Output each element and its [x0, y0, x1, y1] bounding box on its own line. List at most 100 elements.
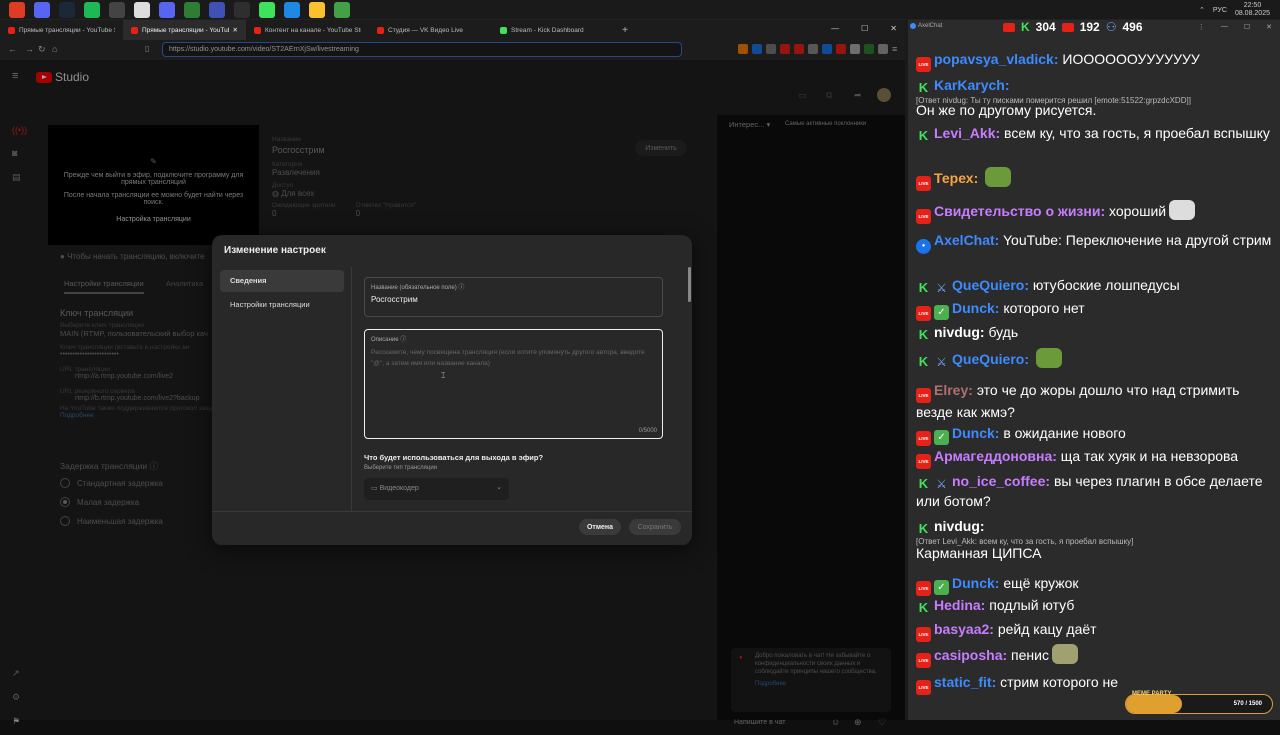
kick-badge-icon: K	[918, 80, 929, 95]
system-tray: ⌃ РУС 22:50 08.08.2025	[1199, 2, 1270, 18]
meme-party-bar: MEME PARTY 570 / 1500	[1125, 691, 1273, 714]
app-icon[interactable]	[259, 1, 275, 18]
scrollbar[interactable]	[688, 267, 691, 302]
chat-message: Он же по другому рисуется.	[916, 101, 1274, 120]
help-icon[interactable]: ⓘ	[400, 337, 406, 343]
chat-nickname[interactable]: nivdug:	[934, 324, 985, 340]
cancel-button[interactable]: Отмена	[579, 519, 621, 535]
browser-tab[interactable]: Прямые трансляции - YouTube ✕	[123, 20, 246, 40]
app-icon[interactable]	[309, 1, 325, 18]
meme-party-fill	[1126, 695, 1182, 713]
language-indicator[interactable]: РУС	[1213, 7, 1227, 14]
chat-text: ютубоские лошпедусы	[1032, 277, 1180, 293]
output-select[interactable]: ▭ Видеокодер ⌄	[364, 478, 509, 500]
title-field[interactable]: Название (обязательное поле) ⓘ Росгосстр…	[364, 277, 663, 317]
chat-message: K Hedina: подлый ютуб	[916, 596, 1274, 615]
kick-count: 496	[1122, 20, 1143, 34]
app-icon[interactable]	[209, 1, 225, 18]
kick-badge-icon: K	[918, 476, 929, 491]
chat-message: LIVE casiposha: пенис	[916, 644, 1274, 668]
save-button[interactable]: Сохранить	[629, 519, 681, 535]
help-icon[interactable]: ⓘ	[458, 285, 464, 291]
discord-icon[interactable]	[34, 1, 50, 18]
kick-badge-icon: K	[918, 354, 929, 369]
chat-message: LIVE ✓ Dunck: в ожидание нового	[916, 424, 1274, 446]
app-icon[interactable]	[184, 1, 200, 18]
spotify-icon[interactable]	[84, 1, 100, 18]
youtube-icon	[1003, 22, 1015, 32]
chat-nickname[interactable]: static_fit:	[934, 674, 996, 690]
app-icon[interactable]	[334, 1, 350, 18]
app-icon[interactable]	[159, 1, 175, 18]
emote-icon	[1051, 644, 1078, 664]
tab-label: Студия — VK Видео Live	[388, 26, 464, 34]
chat-nickname[interactable]: no_ice_coffee:	[952, 473, 1050, 489]
chat-bottom	[909, 714, 910, 720]
close-icon[interactable]: ✕	[1266, 23, 1272, 31]
browser-icon[interactable]	[9, 1, 25, 18]
chat-nickname[interactable]: KarKarych:	[934, 77, 1009, 93]
chat-nickname[interactable]: Levi_Akk:	[934, 125, 1000, 141]
tabs: Прямые трансляции - YouTube Stu Прямые тр…	[0, 20, 615, 40]
obs-icon[interactable]	[109, 1, 125, 18]
description-field[interactable]: Описание ⓘ Расскажите, чему посвящена тр…	[364, 329, 663, 439]
chat-input[interactable]: Напишите в чат	[734, 719, 785, 726]
steam-icon[interactable]	[59, 1, 75, 18]
menu-icon[interactable]: ⋮	[1198, 23, 1205, 31]
tab-label: Прямые трансляции - YouTube	[142, 26, 229, 34]
youtube-count: 304	[1035, 20, 1056, 34]
chat-nickname[interactable]: popavsya_vladick:	[934, 51, 1059, 67]
chat-text: рейд кацу даёт	[997, 621, 1097, 637]
chat-nickname[interactable]: Терех:	[934, 170, 978, 186]
clock[interactable]: 22:50 08.08.2025	[1235, 2, 1270, 18]
close-tab-icon[interactable]: ✕	[233, 26, 238, 34]
maximize-icon[interactable]: ☐	[1244, 23, 1250, 31]
chat-nickname[interactable]: Hedina:	[934, 597, 985, 613]
chat-nickname[interactable]: Dunck:	[952, 300, 999, 316]
chat-text: хороший	[1109, 203, 1167, 219]
axelchat-badge-icon: ●	[916, 239, 931, 254]
chat-nickname[interactable]: basyaa2:	[934, 621, 994, 637]
chevron-down-icon: ⌄	[496, 484, 502, 491]
chat-message: LIVE Свидетельство о жизни: хороший	[916, 200, 1274, 224]
chat-title: AxelChat	[918, 23, 943, 29]
vk-live-badge-icon: LIVE	[916, 581, 931, 596]
chat-nickname[interactable]: AxelChat:	[934, 232, 999, 248]
close-icon[interactable]: ✕	[890, 24, 897, 33]
chat-nickname[interactable]: Армагеддоновна:	[934, 448, 1057, 464]
chat-nickname[interactable]: Elrey:	[934, 382, 973, 398]
chat-nickname[interactable]: QueQuiero:	[952, 277, 1029, 293]
game-icon[interactable]	[134, 1, 150, 18]
chat-text: Карманная ЦИПСА	[916, 545, 1042, 561]
moderator-badge-icon: ⚔	[936, 355, 947, 369]
browser-tab[interactable]: Прямые трансляции - YouTube Stu	[0, 20, 123, 40]
minimize-icon[interactable]: —	[831, 24, 839, 33]
browser-tab[interactable]: Stream - Kick Dashboard	[492, 20, 615, 40]
nav-stream-settings[interactable]: Настройки трансляции	[220, 294, 344, 316]
chat-text: всем ку, что за гость, я проебал вспышку	[1004, 125, 1270, 141]
chat-nickname[interactable]: casiposha:	[934, 647, 1007, 663]
chat-nickname[interactable]: Dunck:	[952, 575, 999, 591]
browser-tab[interactable]: Контент на канале - YouTube Studio	[246, 20, 369, 40]
nav-details[interactable]: Сведения	[220, 270, 344, 292]
maximize-icon[interactable]: ☐	[861, 24, 868, 33]
user-icon: ⚇	[1105, 20, 1117, 34]
chat-nickname[interactable]: Свидетельство о жизни:	[934, 203, 1105, 219]
chat-text: Он же по другому рисуется.	[916, 102, 1097, 118]
kick-badge-icon: K	[918, 280, 929, 295]
vk-live-badge-icon: LIVE	[916, 388, 931, 403]
chevron-up-icon[interactable]: ⌃	[1199, 6, 1205, 14]
moderator-badge-icon: ⚔	[936, 281, 947, 295]
chat-nickname[interactable]: Dunck:	[952, 425, 999, 441]
new-tab-button[interactable]: +	[615, 20, 635, 40]
chat-nickname[interactable]: nivdug:	[934, 518, 985, 534]
chat-message: LIVE Elrey: это че до жоры дошло что над …	[916, 381, 1274, 422]
chat-message: K ⚔ QueQuiero: ютубоские лошпедусы	[916, 276, 1274, 296]
browser-tab[interactable]: Студия — VK Видео Live	[369, 20, 492, 40]
app-icon[interactable]	[284, 1, 300, 18]
chat-nickname[interactable]: QueQuiero:	[952, 351, 1029, 367]
app-icon[interactable]	[234, 1, 250, 18]
chat-text: пенис	[1011, 647, 1049, 663]
vk-live-badge-icon: LIVE	[916, 627, 931, 642]
minimize-icon[interactable]: —	[1221, 23, 1228, 31]
